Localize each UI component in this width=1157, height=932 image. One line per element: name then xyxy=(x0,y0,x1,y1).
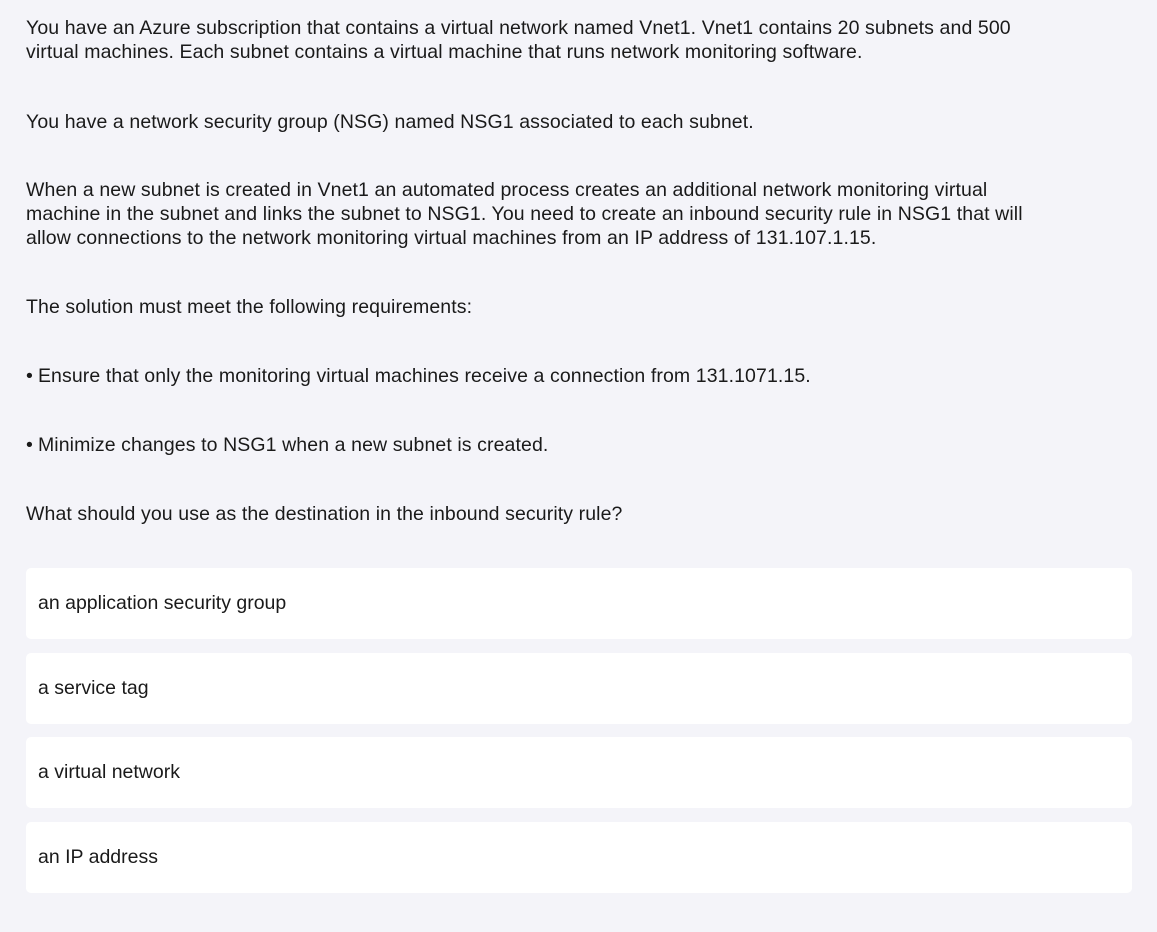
requirement-text: Ensure that only the monitoring virtual … xyxy=(37,365,811,387)
answer-option-virtual-network[interactable]: a virtual network xyxy=(26,737,1132,808)
question-paragraph-3: When a new subnet is created in Vnet1 an… xyxy=(26,179,1023,249)
question-paragraph-1: You have an Azure subscription that cont… xyxy=(26,17,1011,63)
bullet-icon: • xyxy=(26,365,33,387)
answer-option-label: a virtual network xyxy=(38,761,180,783)
answer-option-application-security-group[interactable]: an application security group xyxy=(26,568,1132,639)
answer-option-label: a service tag xyxy=(38,677,149,699)
requirement-text: Minimize changes to NSG1 when a new subn… xyxy=(37,434,549,456)
requirement-item-1: • Ensure that only the monitoring virtual… xyxy=(26,364,811,388)
requirements-intro: The solution must meet the following req… xyxy=(26,296,473,318)
question-paragraph-2: You have a network security group (NSG) … xyxy=(26,111,754,133)
requirement-item-2: • Minimize changes to NSG1 when a new sub… xyxy=(26,433,548,457)
answer-option-service-tag[interactable]: a service tag xyxy=(26,653,1132,724)
bullet-icon: • xyxy=(26,434,33,456)
answer-option-ip-address[interactable]: an IP address xyxy=(26,822,1132,893)
answer-option-label: an IP address xyxy=(38,846,158,868)
answer-option-label: an application security group xyxy=(38,592,287,614)
question-prompt: What should you use as the destination i… xyxy=(26,503,623,525)
